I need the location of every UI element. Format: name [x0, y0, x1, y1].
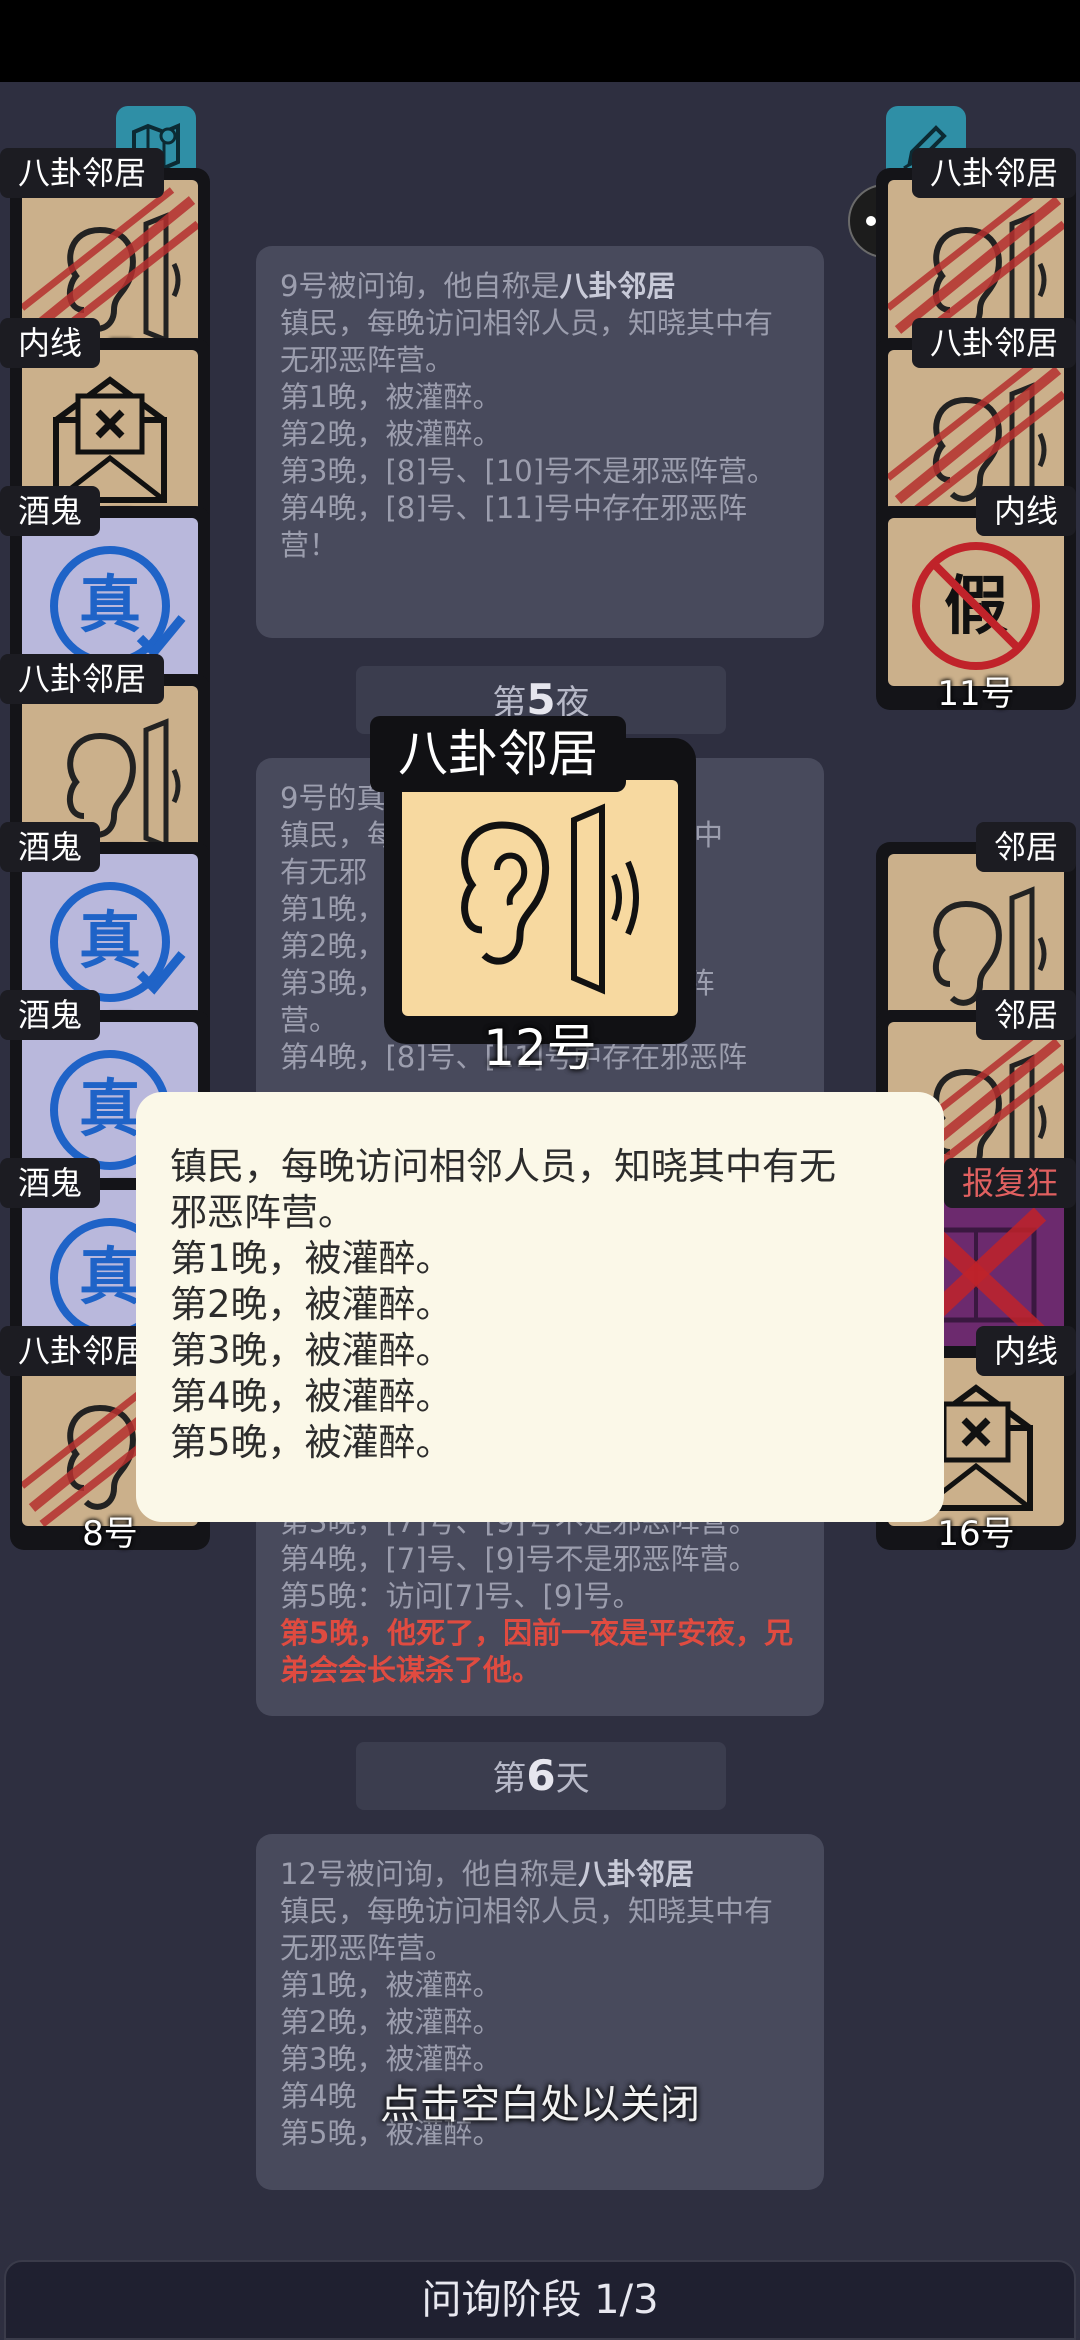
- log-line: 第3晚，[8]号、[10]号不是邪恶阵营。: [280, 454, 777, 488]
- role-tag: 内线: [0, 318, 101, 368]
- role-tag: 八卦邻居: [0, 654, 165, 704]
- death-notice: 第5晚，他死了，因前一夜是平安夜，兄弟会会长谋杀了他。: [280, 1616, 794, 1687]
- player-number: 11号: [937, 674, 1015, 714]
- log-claimed-role: 八卦邻居: [559, 269, 676, 303]
- log-line: 镇民，每: [280, 818, 397, 852]
- log-line: 9号的真: [280, 781, 386, 815]
- log-line: 第1晚，: [280, 892, 386, 926]
- divider-suffix: 天: [555, 1759, 590, 1799]
- log-line: 第3晚，: [280, 966, 386, 1000]
- log-intro: 12号被问询，他自称是: [280, 1857, 578, 1891]
- role-tag: 八卦邻居: [0, 148, 165, 198]
- log-line: 第5晚：访问[7]号、[9]号。: [280, 1579, 642, 1613]
- day-6-divider: 第6天: [356, 1742, 726, 1810]
- status-bar: [0, 0, 1080, 82]
- popup-line: 第1晚，被灌醉。: [170, 1237, 453, 1280]
- role-tag: 邻居: [975, 822, 1076, 872]
- log-line: 第4晚，[7]号、[9]号不是邪恶阵营。: [280, 1542, 758, 1576]
- role-tag: 八卦邻居: [911, 148, 1076, 198]
- log-line: 有无邪: [280, 855, 368, 889]
- role-detail-popup: 镇民，每晚访问相邻人员，知晓其中有无 邪恶阵营。 第1晚，被灌醉。 第2晚，被灌…: [136, 1092, 944, 1522]
- focused-player-number: 12号: [483, 1019, 597, 1077]
- role-tag: 八卦邻居: [911, 318, 1076, 368]
- log-claimed-role: 八卦邻居: [577, 1857, 694, 1891]
- log-intro: 9号被问询，他自称是: [280, 269, 560, 303]
- popup-line: 邪恶阵营。: [170, 1191, 355, 1234]
- popup-line: 第5晚，被灌醉。: [170, 1421, 453, 1464]
- log-line: 第2晚，被灌醉。: [280, 2005, 502, 2039]
- card-face: [402, 780, 678, 1016]
- log-line: 营。: [280, 1003, 339, 1037]
- popup-line: 第4晚，被灌醉。: [170, 1375, 453, 1418]
- role-tag: 邻居: [975, 990, 1076, 1040]
- log-line: 第2晚，被灌醉。: [280, 417, 502, 451]
- divider-prefix: 第: [492, 1759, 527, 1799]
- svg-text:真: 真: [79, 904, 141, 977]
- player-card[interactable]: 假 内线 11号: [866, 486, 1076, 714]
- log-entry-12-claim: 12号被问询，他自称是八卦邻居 镇民，每晚访问相邻人员，知晓其中有无邪恶阵营。 …: [256, 1834, 824, 2190]
- log-line: 第1晚，被灌醉。: [280, 380, 502, 414]
- role-portrait: 假: [888, 518, 1064, 686]
- close-hint[interactable]: 点击空白处以关闭: [0, 2072, 1080, 2130]
- popup-line: 第2晚，被灌醉。: [170, 1283, 453, 1326]
- log-line: 镇民，每晚访问相邻人员，知晓其中有无邪恶阵营。: [280, 306, 774, 377]
- role-tag: 酒鬼: [0, 990, 101, 1040]
- log-line: 第4晚，[8]号、[11]号中存在邪恶阵营！: [280, 491, 748, 562]
- svg-text:真: 真: [79, 1240, 141, 1313]
- svg-text:真: 真: [79, 568, 141, 641]
- log-entry-9-truth-cont: 第3晚，[7]号、[9]号不是邪恶阵营。 第4晚，[7]号、[9]号不是邪恶阵营…: [256, 1490, 824, 1716]
- log-line: 第1晚，被灌醉。: [280, 1968, 502, 2002]
- popup-line: 镇民，每晚访问相邻人员，知晓其中有无: [170, 1145, 836, 1188]
- svg-text:真: 真: [79, 1072, 141, 1145]
- phase-indicator: 问询阶段 1/3: [4, 2260, 1076, 2340]
- log-entry-9-claim: 9号被问询，他自称是八卦邻居 镇民，每晚访问相邻人员，知晓其中有无邪恶阵营。 第…: [256, 246, 824, 638]
- focused-player-card[interactable]: 八卦邻居 12号: [370, 716, 696, 1077]
- role-tag: 内线: [975, 486, 1076, 536]
- divider-number: 6: [526, 1751, 556, 1800]
- popup-line: 第3晚，被灌醉。: [170, 1329, 453, 1372]
- log-line: 第2晚，: [280, 929, 386, 963]
- role-tag: 酒鬼: [0, 1158, 101, 1208]
- role-tag: 内线: [975, 1326, 1076, 1376]
- focused-role-tag: 八卦邻居: [370, 716, 626, 792]
- role-tag: 酒鬼: [0, 486, 101, 536]
- role-tag: 酒鬼: [0, 822, 101, 872]
- log-line: 镇民，每晚访问相邻人员，知晓其中有无邪恶阵营。: [280, 1894, 774, 1965]
- seal-fake-icon: 假: [912, 542, 1040, 670]
- ear-listening-icon: [461, 803, 639, 995]
- log-line: 第3晚，被灌醉。: [280, 2042, 502, 2076]
- role-tag: 报复狂: [943, 1158, 1076, 1208]
